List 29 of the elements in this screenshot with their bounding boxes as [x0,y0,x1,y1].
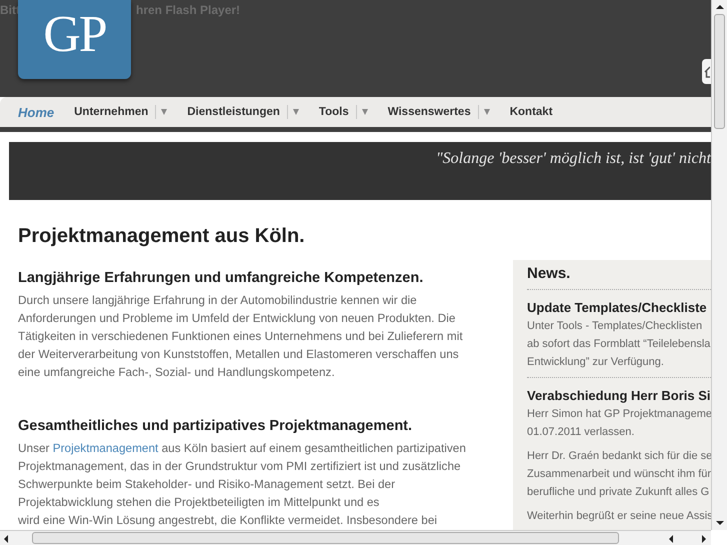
caret-icon[interactable] [362,109,368,115]
nav-link[interactable]: Tools [318,106,349,118]
nav-link[interactable]: Kontakt [510,106,553,118]
paragraph: Projektmanagement, das in der Grundstruktur vom PMI zertifiziert ist und zusätzliche Schwerpunkte beim Stakeholder- und Risiko-Management setzt. Bei der Projektabwicklung stehen die Projektbeteiligten im Mittelpunkt und es wird eine Win-Win Lösung angestrebt, die Konflikte vermeidet. Insbesondere bei [18,458,462,529]
news-title[interactable]: Verabschiedung Herr Boris Si [527,388,711,404]
home-button[interactable] [702,59,711,84]
quote-text: "Solange 'besser' möglich ist, ist 'gut' nicht [434,149,711,168]
caret-icon[interactable] [161,109,168,115]
news-title[interactable]: Update Templates/Checkliste [527,300,711,316]
link[interactable]: Projektmanagement [52,441,158,455]
news-heading: News. [527,265,572,283]
horizontal-scrollbar[interactable] [0,530,711,545]
section-heading: Langjährige Erfahrungen und umfangreiche Kompetenzen. [18,269,424,287]
section-heading: Gesamtheitliches und partizipatives Projektmanagement. [18,417,414,435]
paragraph: Durch unsere langjährige Erfahrung in der Automobilindustrie kennen wir die Anforderungen und Probleme im Umfeld der Entwicklung von neuen Produkten. Die Tätigkeiten in verschiedenen Funktionen eines Unternehmens und bei Zulieferern mit der Weiterverarbeitung von Kunststoffen, Metallen und Elastomeren verschaffen uns eine umfangreiche Fach-, Sozial- und Handlungskompetenz. [18,292,464,381]
paragraph-line: Unser Projektmanagement aus Köln basiert auf einem gesamtheitlichen partizipativen [18,440,467,457]
nav-link[interactable]: Unternehmen [74,106,148,118]
caret-icon[interactable] [484,109,490,115]
nav-link[interactable]: Dienstleistungen [187,106,280,118]
logo[interactable]: GP [18,0,131,79]
caret-icon[interactable] [292,109,299,115]
vertical-scrollbar[interactable] [711,0,727,530]
news-text: Herr Simon hat GP Projektmanageme 01.07.2011 verlassen. [527,407,711,440]
news-text: Unter Tools - Templates/Checklisten ab sofort das Formblatt “Teilelebensla Entwicklung” zur Verfügung. [527,319,711,370]
page-title: Projektmanagement aus Köln. [18,224,306,248]
scrollbar-thumb[interactable] [714,14,725,129]
nav-link[interactable]: Wissenswertes [388,106,471,118]
house-icon [704,66,710,78]
scrollbar-thumb[interactable] [32,532,619,544]
